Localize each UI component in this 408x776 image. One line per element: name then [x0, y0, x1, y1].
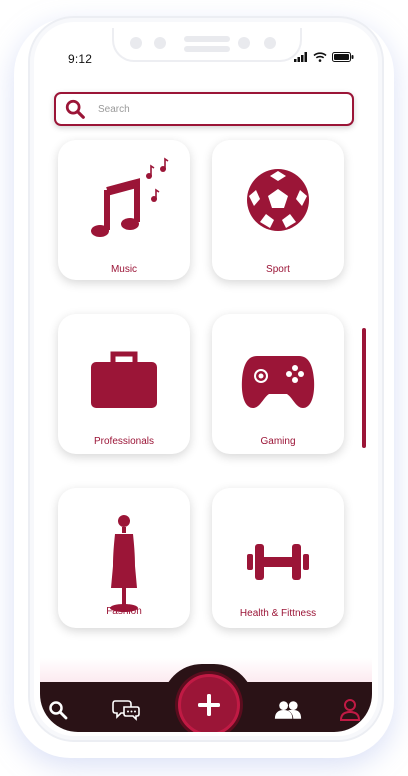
category-label: Sport [266, 264, 290, 275]
camera-dot [264, 37, 276, 49]
search-icon [65, 99, 85, 119]
dress-mannequin-icon [110, 515, 138, 612]
search-input[interactable] [98, 103, 318, 115]
scrollbar-thumb[interactable] [362, 328, 366, 448]
speaker-grille [184, 46, 230, 52]
chat-icon [112, 700, 140, 721]
notch-dot [154, 37, 166, 49]
add-icon [198, 694, 220, 716]
nav-profile-button[interactable] [336, 696, 364, 724]
people-icon [274, 701, 302, 719]
nav-chat-button[interactable] [112, 696, 140, 724]
nav-search-button[interactable] [44, 696, 72, 724]
category-label: Music [110, 264, 138, 275]
status-time: 9:12 [68, 52, 93, 66]
soccer-ball-icon [247, 169, 309, 231]
search-bar[interactable] [54, 92, 354, 126]
category-label: Professionals [93, 436, 155, 447]
dumbbell-icon [247, 544, 309, 580]
search-icon [49, 701, 68, 720]
category-card-sport[interactable]: Sport [212, 140, 344, 280]
category-label: Health & Fittness [239, 608, 317, 619]
nav-people-button[interactable] [274, 696, 302, 724]
battery-icon [332, 52, 354, 62]
category-card-professionals[interactable]: Professionals [58, 314, 190, 454]
category-label: Gaming [260, 436, 296, 447]
notch-dot [130, 37, 142, 49]
category-card-fashion[interactable]: Fashion [58, 488, 190, 628]
profile-icon [340, 699, 360, 721]
phone-frame: 9:12 Search Music Sport Professionals Ga… [28, 16, 384, 742]
briefcase-icon [91, 351, 157, 408]
notch [112, 28, 302, 62]
speaker-grille [184, 36, 230, 42]
category-card-music[interactable]: Music [58, 140, 190, 280]
add-button[interactable] [178, 674, 240, 732]
app-screen: 9:12 Search Music Sport Professionals Ga… [40, 28, 372, 732]
category-card-health-fitness[interactable]: Health & Fittness [212, 488, 344, 628]
gamepad-icon [241, 356, 315, 408]
wifi-icon [313, 52, 327, 62]
status-icons [294, 52, 354, 62]
category-label: Fashion [106, 606, 142, 617]
music-notes-icon [91, 157, 169, 237]
signal-icon [294, 52, 307, 62]
notch-dot [238, 37, 250, 49]
category-card-gaming[interactable]: Gaming [212, 314, 344, 454]
